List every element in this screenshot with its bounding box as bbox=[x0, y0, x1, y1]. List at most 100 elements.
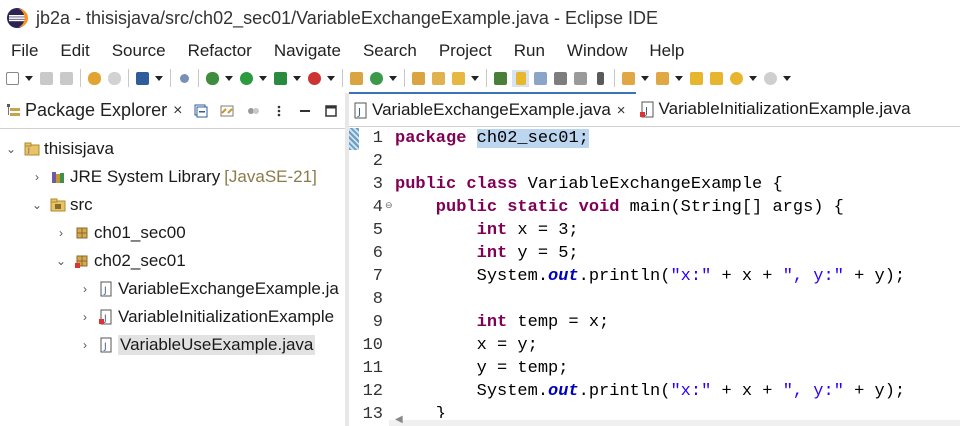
skip-breakpoints-icon[interactable] bbox=[176, 70, 193, 87]
menu-window[interactable]: Window bbox=[556, 41, 638, 61]
horizontal-scrollbar[interactable]: ◀ bbox=[389, 414, 960, 426]
debug-dropdown-arrow-icon[interactable] bbox=[224, 70, 233, 87]
toggle-highlight-icon[interactable] bbox=[512, 69, 529, 87]
save-icon[interactable] bbox=[38, 70, 55, 87]
library-icon bbox=[52, 172, 64, 183]
tree-item-variable-initialization-example[interactable]: › J VariableInitializationExample bbox=[78, 303, 334, 331]
run-dropdown-arrow-icon[interactable] bbox=[258, 70, 267, 87]
collapse-chevron-icon[interactable]: ⌄ bbox=[30, 198, 44, 212]
expand-chevron-icon[interactable]: › bbox=[78, 282, 92, 296]
collapse-all-icon[interactable] bbox=[194, 104, 208, 118]
expand-chevron-icon[interactable]: › bbox=[30, 170, 44, 184]
code-line[interactable]: 8 bbox=[349, 289, 960, 312]
link-with-editor-icon[interactable] bbox=[220, 104, 234, 118]
new-class-icon[interactable] bbox=[368, 70, 385, 87]
menu-file[interactable]: File bbox=[0, 41, 49, 61]
show-whitespace-icon[interactable] bbox=[572, 70, 589, 87]
focus-on-active-task-icon[interactable] bbox=[246, 104, 260, 118]
tab-variable-exchange-example[interactable]: J VariableExchangeExample.java × bbox=[349, 92, 636, 126]
open-resource-icon[interactable] bbox=[430, 70, 447, 87]
code-line[interactable]: 7 System.out.println("x:" + x + ", y:" +… bbox=[349, 266, 960, 289]
tab-package-explorer[interactable]: Package Explorer × bbox=[0, 93, 182, 129]
last-edit-location-icon[interactable] bbox=[688, 70, 705, 87]
line-number: 4 bbox=[372, 198, 383, 217]
code-line[interactable]: 3 public class VariableExchangeExample { bbox=[349, 174, 960, 197]
coverage-icon[interactable] bbox=[272, 70, 289, 87]
tree-item-src[interactable]: ⌄ src bbox=[30, 191, 93, 219]
tree-item-thisisjava[interactable]: ⌄ J thisisjava bbox=[4, 135, 114, 163]
tab-variable-initialization-example[interactable]: J VariableInitializationExample.java bbox=[636, 92, 915, 126]
close-tab-icon[interactable]: × bbox=[617, 102, 626, 119]
back-icon[interactable] bbox=[728, 70, 745, 87]
scroll-left-arrow-icon[interactable]: ◀ bbox=[395, 414, 403, 425]
view-menu-icon[interactable] bbox=[272, 104, 286, 118]
new-java-project-icon[interactable] bbox=[348, 70, 365, 87]
minimize-icon[interactable] bbox=[298, 104, 312, 118]
tree-item-ch01-sec00[interactable]: › ch01_sec00 bbox=[54, 219, 186, 247]
back-history-icon[interactable] bbox=[708, 70, 725, 87]
menu-navigate[interactable]: Navigate bbox=[263, 41, 352, 61]
menu-search[interactable]: Search bbox=[352, 41, 428, 61]
redo-icon[interactable] bbox=[106, 70, 123, 87]
pilcrow-icon[interactable] bbox=[592, 70, 609, 87]
run-icon[interactable] bbox=[238, 70, 255, 87]
tree-item-jre-system-library[interactable]: › JRE System Library [JavaSE-21] bbox=[30, 163, 317, 191]
search-dropdown-arrow-icon[interactable] bbox=[470, 70, 479, 87]
line-number: 11 bbox=[362, 359, 383, 378]
expand-chevron-icon[interactable]: › bbox=[78, 338, 92, 352]
code-line[interactable]: 5 int x = 3; bbox=[349, 220, 960, 243]
forward-icon[interactable] bbox=[762, 70, 779, 87]
code-line[interactable]: 4 ⊖ public static void main(String[] args… bbox=[349, 197, 960, 220]
collapse-chevron-icon[interactable]: ⌄ bbox=[54, 254, 68, 268]
external-tools-icon[interactable] bbox=[306, 70, 323, 87]
open-type-icon[interactable] bbox=[410, 70, 427, 87]
toolbar-separator bbox=[614, 69, 615, 87]
new-dropdown-arrow-icon[interactable] bbox=[24, 70, 33, 87]
tree-item-ch02-sec01[interactable]: ⌄ ch02_sec01 bbox=[54, 247, 186, 275]
menu-source[interactable]: Source bbox=[101, 41, 177, 61]
close-icon[interactable]: × bbox=[173, 102, 182, 120]
new-class-dropdown-arrow-icon[interactable] bbox=[388, 70, 397, 87]
previous-annotation-icon[interactable] bbox=[654, 70, 671, 87]
debug-icon[interactable] bbox=[204, 70, 221, 87]
terminal-icon[interactable] bbox=[134, 70, 151, 87]
save-all-icon[interactable] bbox=[58, 70, 75, 87]
coverage-dropdown-arrow-icon[interactable] bbox=[292, 70, 301, 87]
next-annotation-icon[interactable] bbox=[620, 70, 637, 87]
next-annotation-dropdown-arrow-icon[interactable] bbox=[640, 70, 649, 87]
external-tools-dropdown-arrow-icon[interactable] bbox=[326, 70, 335, 87]
tree-item-variable-exchange-example[interactable]: › J VariableExchangeExample.ja bbox=[78, 275, 339, 303]
menu-help[interactable]: Help bbox=[638, 41, 695, 61]
word-wrap-icon[interactable] bbox=[552, 70, 569, 87]
fold-toggle-icon[interactable]: ⊖ bbox=[385, 201, 393, 210]
code-line[interactable]: 6 int y = 5; bbox=[349, 243, 960, 266]
back-dropdown-arrow-icon[interactable] bbox=[748, 70, 757, 87]
menu-refactor[interactable]: Refactor bbox=[177, 41, 263, 61]
menu-project[interactable]: Project bbox=[428, 41, 503, 61]
code-line[interactable]: 10 x = y; bbox=[349, 335, 960, 358]
search-icon[interactable] bbox=[450, 70, 467, 87]
code-line[interactable]: 13 } bbox=[349, 404, 960, 418]
code-line[interactable]: 1 package ch02_sec01; bbox=[349, 128, 960, 151]
forward-dropdown-arrow-icon[interactable] bbox=[782, 70, 791, 87]
toggle-mark-occurrences-icon[interactable] bbox=[492, 70, 509, 87]
code-line[interactable]: 12 System.out.println("x:" + x + ", y:" … bbox=[349, 381, 960, 404]
maximize-icon[interactable] bbox=[324, 104, 338, 118]
tree-item-variable-use-example[interactable]: › J VariableUseExample.java bbox=[78, 331, 316, 359]
code-line[interactable]: 2 bbox=[349, 151, 960, 174]
terminal-dropdown-arrow-icon[interactable] bbox=[154, 70, 163, 87]
code-text-area[interactable]: 1 package ch02_sec01; 2 3 public class Varia… bbox=[349, 128, 960, 418]
code-token: main(String[] args) { bbox=[629, 198, 844, 217]
svg-text:J: J bbox=[103, 342, 107, 352]
previous-annotation-dropdown-arrow-icon[interactable] bbox=[674, 70, 683, 87]
menu-edit[interactable]: Edit bbox=[49, 41, 100, 61]
menu-run[interactable]: Run bbox=[503, 41, 556, 61]
code-line[interactable]: 11 y = temp; bbox=[349, 358, 960, 381]
undo-icon[interactable] bbox=[86, 70, 103, 87]
block-selection-icon[interactable] bbox=[532, 70, 549, 87]
new-icon[interactable] bbox=[4, 70, 21, 87]
expand-chevron-icon[interactable]: › bbox=[78, 310, 92, 324]
collapse-chevron-icon[interactable]: ⌄ bbox=[4, 142, 18, 156]
expand-chevron-icon[interactable]: › bbox=[54, 226, 68, 240]
code-line[interactable]: 9 int temp = x; bbox=[349, 312, 960, 335]
